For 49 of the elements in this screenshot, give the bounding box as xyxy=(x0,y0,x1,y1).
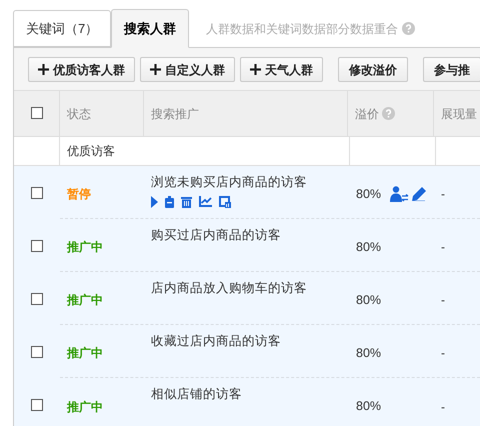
impressions-value: - xyxy=(441,292,445,309)
premium-value: 80% xyxy=(356,186,382,203)
premium-value: 80% xyxy=(356,344,382,362)
tab[interactable]: 搜索人群 xyxy=(111,9,190,48)
status-text: 推广中 xyxy=(67,398,103,416)
audience-name: 浏览未购买店内商品的访客 xyxy=(151,174,308,191)
column-header: 展现量 xyxy=(441,106,477,122)
person-exchange-icon[interactable] xyxy=(389,186,410,202)
plus-icon xyxy=(150,64,161,75)
group-label: 优质访客 xyxy=(67,143,115,160)
checkbox[interactable] xyxy=(31,398,43,410)
tab[interactable]: 关键词（7） xyxy=(13,10,112,47)
premium-value: 80% xyxy=(356,398,382,416)
checkbox[interactable] xyxy=(31,186,43,198)
pencil-icon[interactable] xyxy=(412,187,426,201)
add-button[interactable]: 天气人群 xyxy=(240,57,323,82)
report-icon[interactable] xyxy=(219,196,231,208)
plus-icon xyxy=(250,64,261,75)
status-text: 推广中 xyxy=(67,292,103,309)
clipboard-icon[interactable] xyxy=(165,196,174,208)
hint-text: 人群数据和关键词数据部分数据重合 xyxy=(206,20,398,38)
toolbar-button[interactable]: 参与推 xyxy=(423,57,480,82)
status-text: 暂停 xyxy=(67,186,91,203)
status-text: 推广中 xyxy=(67,239,103,256)
impressions-value: - xyxy=(441,345,445,362)
trash-icon[interactable] xyxy=(181,196,192,208)
checkbox[interactable] xyxy=(31,346,43,358)
audience-name: 店内商品放入购物车的访客 xyxy=(151,280,308,297)
audience-name: 相似店铺的访客 xyxy=(151,386,243,403)
checkbox[interactable] xyxy=(31,240,43,252)
play-icon[interactable] xyxy=(151,196,158,208)
audience-name: 收藏过店内商品的访客 xyxy=(151,333,282,350)
plus-icon xyxy=(38,64,49,75)
premium-value: 80% xyxy=(356,292,382,309)
checkbox[interactable] xyxy=(31,292,43,304)
impressions-value: - xyxy=(441,398,445,416)
impressions-value: - xyxy=(441,239,445,256)
add-button[interactable]: 优质访客人群 xyxy=(28,57,135,82)
status-text: 推广中 xyxy=(67,345,103,362)
audience-name: 购买过店内商品的访客 xyxy=(151,227,282,244)
column-header: 状态 xyxy=(67,106,91,122)
column-header: 搜索推广 xyxy=(151,106,199,122)
line-chart-icon[interactable] xyxy=(199,196,212,208)
toolbar-button[interactable]: 修改溢价 xyxy=(338,57,408,82)
checkbox[interactable] xyxy=(30,106,42,118)
impressions-value: - xyxy=(441,186,445,203)
premium-value: 80% xyxy=(356,238,382,256)
column-header: 溢价 xyxy=(355,106,379,122)
add-button[interactable]: 自定义人群 xyxy=(140,57,235,82)
